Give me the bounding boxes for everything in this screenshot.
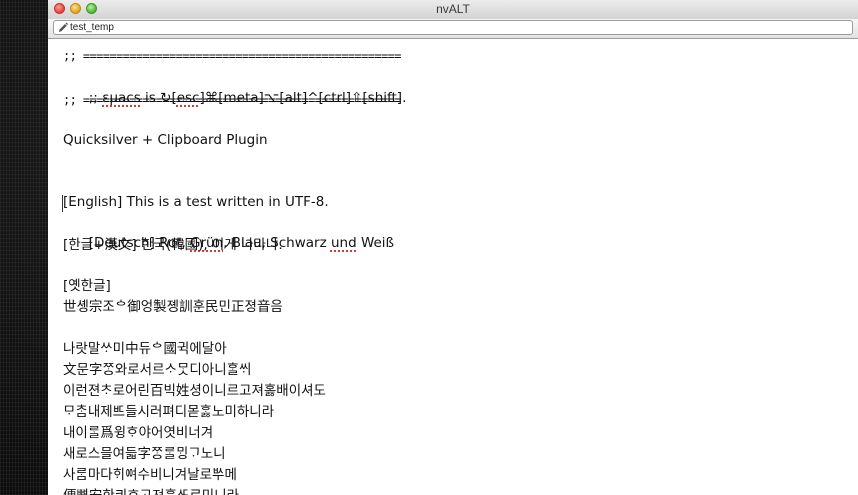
note-heading: Quicksilver + Clipboard Plugin <box>63 132 268 148</box>
note-editor[interactable]: ;; =====================================… <box>48 39 858 495</box>
comment-rule-bottom: ;; =====================================… <box>63 93 401 107</box>
deutsch-rest: Weiß <box>356 235 395 251</box>
window-title: nvALT <box>436 2 470 16</box>
title-bar[interactable]: nvALT <box>48 0 858 22</box>
old-korean-line: 내이ᄅᆞᆯ爲윙ᄒᆞ야어엿비너겨 <box>63 425 214 441</box>
korean-line: [한글+漢文] 한국(韓國), 이게 나라냐. <box>63 237 283 253</box>
old-korean-line: 文문字ᄍᆞᆼ와로서르ᄉᆞᄆᆞᆺ디아니ᄒᆞᆯᄊᆡ <box>63 362 252 378</box>
old-korean-line: 便뼌安한킈ᄒᆞ고져ᄒᆞᇙᄯᆞᄅᆞ미니라 <box>63 486 239 495</box>
old-korean-line: 世솅宗조ᅌ御엉製졩訓훈民민正졍音음 <box>63 299 283 315</box>
desktop-noise <box>0 0 48 495</box>
english-line: [English] This is a test written in UTF-… <box>63 194 329 210</box>
old-korean-line: 나랏말ᄊᆞ미中듀ᅌ國귁에달아 <box>63 341 227 357</box>
deutsch-und: und <box>330 235 357 251</box>
search-field[interactable]: test_temp <box>53 20 853 35</box>
search-bar: test_temp <box>48 19 858 39</box>
old-korean-line: 이런젼ᄎᆞ로어린百빅姓셩이니르고져호ᇙ배이셔도 <box>63 383 326 399</box>
pencil-icon <box>59 22 68 32</box>
comment-rule-top: ;; =====================================… <box>63 49 401 63</box>
old-korean-label: [옛한글] <box>63 278 111 294</box>
app-window: nvALT test_temp ;; =====================… <box>48 0 858 495</box>
old-korean-line: 사ᄅᆞᆷ마다ᄒᆡᅇᅧ수비니겨날로ᄡᅮ메 <box>63 467 237 483</box>
search-input[interactable]: test_temp <box>70 21 114 34</box>
old-korean-line: ᄆᆞᄎᆞᆷ내제ᄠᅳ들시러펴디몯ᄒᆞᇙ노미하니라 <box>63 404 275 420</box>
old-korean-line: 새로스믈여듧字ᄍᆞᆼᄅᆞᆯᄆᆡᆼᄀᆞ노니 <box>63 446 226 462</box>
